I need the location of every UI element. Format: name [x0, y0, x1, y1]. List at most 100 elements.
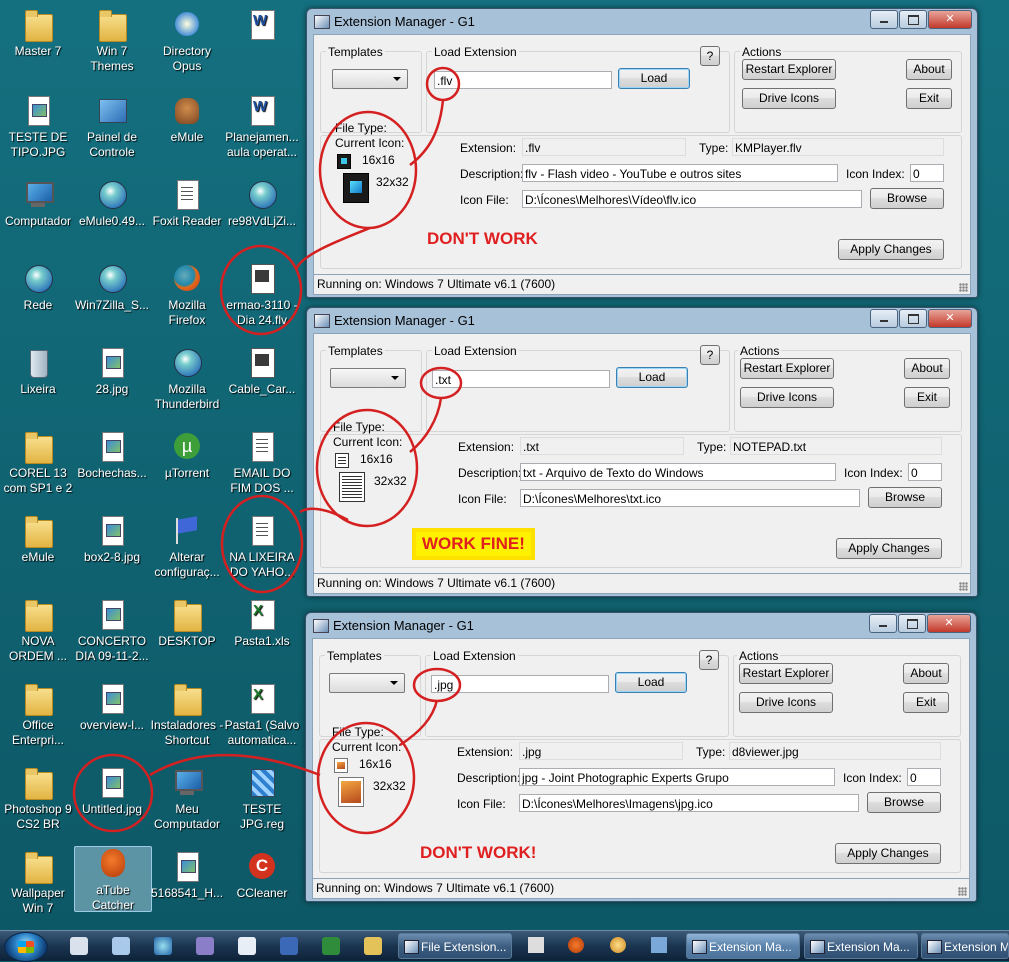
taskbar-item-file-extension[interactable]: File Extension...	[398, 933, 512, 959]
desktop-icon-directory-opus[interactable]: Directory Opus	[149, 8, 225, 74]
icon-index-input[interactable]: 0	[907, 768, 941, 786]
tray-app3-icon[interactable]	[651, 937, 667, 953]
desktop-icon-corel13[interactable]: COREL 13 com SP1 e 2	[0, 430, 76, 496]
desktop-icon-emule[interactable]: eMule	[149, 94, 225, 145]
desktop-icon-computador[interactable]: Computador	[0, 178, 76, 229]
minimize-button[interactable]	[870, 309, 898, 328]
desktop-icon-overview[interactable]: overview-l...	[74, 682, 150, 733]
load-extension-input[interactable]: .flv	[434, 71, 612, 89]
tray-app2-icon[interactable]	[610, 937, 626, 953]
templates-dropdown[interactable]	[330, 368, 406, 388]
desktop-icon-cable-car[interactable]: Cable_Car...	[224, 346, 300, 397]
help-button[interactable]: ?	[700, 345, 720, 365]
quicklaunch-app-icon[interactable]	[238, 937, 256, 955]
extension-manager-window-jpg[interactable]: Extension Manager - G1 Templates Load Ex…	[305, 612, 977, 902]
desktop-icon-atube[interactable]: aTube Catcher	[74, 846, 152, 912]
desktop-icon-ccleaner[interactable]: CCleaner	[224, 850, 300, 901]
start-button-windows-icon[interactable]	[4, 932, 48, 962]
title-bar[interactable]: Extension Manager - G1	[306, 613, 976, 638]
desktop-icon-teste-de-tipo[interactable]: TESTE DE TIPO.JPG	[0, 94, 76, 160]
extension-manager-window-txt[interactable]: Extension Manager - G1 Templates Load Ex…	[306, 307, 978, 597]
desktop-icon-word-doc[interactable]	[224, 8, 300, 44]
apply-changes-button[interactable]: Apply Changes	[835, 843, 941, 864]
resize-grip-icon[interactable]	[959, 283, 968, 292]
desktop-icon-emule049[interactable]: eMule0.49...	[74, 178, 150, 229]
desktop-icon-painel[interactable]: Painel de Controle	[74, 94, 150, 160]
quicklaunch-folder-icon[interactable]	[364, 937, 382, 955]
icon-file-input[interactable]: D:\Ícones\Melhores\txt.ico	[520, 489, 860, 507]
drive-icons-button[interactable]: Drive Icons	[740, 387, 834, 408]
desktop-icon-desktop-folder[interactable]: DESKTOP	[149, 598, 225, 649]
close-button[interactable]	[927, 614, 971, 633]
help-button[interactable]: ?	[699, 650, 719, 670]
quicklaunch-ie-icon[interactable]	[154, 937, 172, 955]
desktop-icon-instaladores[interactable]: Instaladores - Shortcut	[149, 682, 225, 748]
tray-app-icon[interactable]	[528, 937, 544, 953]
desktop-icon-wallpaper[interactable]: Wallpaper Win 7	[0, 850, 76, 916]
exit-button[interactable]: Exit	[906, 88, 952, 109]
load-button[interactable]: Load	[618, 68, 690, 89]
desktop-icon-ermao-flv[interactable]: ermao-3110 - Dia 24.flv	[224, 262, 300, 328]
drive-icons-button[interactable]: Drive Icons	[739, 692, 833, 713]
minimize-button[interactable]	[869, 614, 897, 633]
tray-atube-icon[interactable]	[568, 937, 584, 953]
icon-index-input[interactable]: 0	[910, 164, 944, 182]
desktop-icon-photoshop[interactable]: Photoshop 9 CS2 BR	[0, 766, 76, 832]
desktop-icon-na-lixeira[interactable]: NA LIXEIRA DO YAHO...	[224, 514, 300, 580]
desktop-icon-email-do-fim[interactable]: EMAIL DO FIM DOS ...	[224, 430, 300, 496]
title-bar[interactable]: Extension Manager - G1	[307, 308, 977, 333]
desktop-icon-alterar[interactable]: Alterar configuraç...	[149, 514, 225, 580]
load-extension-input[interactable]: .txt	[432, 370, 610, 388]
about-button[interactable]: About	[904, 358, 950, 379]
desktop-icon-re98[interactable]: re98VdLjZi...	[224, 178, 300, 229]
desktop-icon-master7[interactable]: Master 7	[0, 8, 76, 59]
description-input[interactable]: jpg - Joint Photographic Experts Grupo	[519, 768, 835, 786]
desktop-icon-meu-computador[interactable]: Meu Computador	[149, 766, 225, 832]
desktop-icon-bochechas[interactable]: Bochechas...	[74, 430, 150, 481]
icon-file-input[interactable]: D:\Ícones\Melhores\Imagens\jpg.ico	[519, 794, 859, 812]
desktop-icon-rede[interactable]: Rede	[0, 262, 76, 313]
browse-button[interactable]: Browse	[870, 188, 944, 209]
quicklaunch-desktop-icon[interactable]	[70, 937, 88, 955]
browse-button[interactable]: Browse	[868, 487, 942, 508]
exit-button[interactable]: Exit	[904, 387, 950, 408]
apply-changes-button[interactable]: Apply Changes	[836, 538, 942, 559]
quicklaunch-excel-icon[interactable]	[322, 937, 340, 955]
taskbar-item-extension-manager-1[interactable]: Extension Ma...	[686, 933, 800, 959]
restart-explorer-button[interactable]: Restart Explorer	[740, 358, 834, 379]
description-input[interactable]: flv - Flash video - YouTube e outros sit…	[522, 164, 838, 182]
taskbar-item-extension-manager-3[interactable]: Extension M	[921, 933, 1009, 959]
resize-grip-icon[interactable]	[958, 887, 967, 896]
icon-index-input[interactable]: 0	[908, 463, 942, 481]
browse-button[interactable]: Browse	[867, 792, 941, 813]
close-button[interactable]	[928, 309, 972, 328]
quicklaunch-explorer-icon[interactable]	[112, 937, 130, 955]
templates-dropdown[interactable]	[332, 69, 408, 89]
desktop-icon-emule-folder[interactable]: eMule	[0, 514, 76, 565]
extension-manager-window-flv[interactable]: Extension Manager - G1 Templates Load Ex…	[306, 8, 978, 298]
about-button[interactable]: About	[903, 663, 949, 684]
drive-icons-button[interactable]: Drive Icons	[742, 88, 836, 109]
desktop-icon-pasta1-xls[interactable]: Pasta1.xls	[224, 598, 300, 649]
load-extension-input[interactable]: .jpg	[431, 675, 609, 693]
templates-dropdown[interactable]	[329, 673, 405, 693]
quicklaunch-download-icon[interactable]	[196, 937, 214, 955]
desktop-icon-5168541[interactable]: 5168541_H...	[149, 850, 225, 901]
desktop-icon-planejamento[interactable]: Planejamen... aula operat...	[224, 94, 300, 160]
desktop-icon-win7zilla[interactable]: Win7Zilla_S...	[74, 262, 150, 313]
desktop-icon-teste-jpg-reg[interactable]: TESTE JPG.reg	[224, 766, 300, 832]
taskbar-item-extension-manager-2[interactable]: Extension Ma...	[804, 933, 918, 959]
load-button[interactable]: Load	[615, 672, 687, 693]
desktop-icon-box2[interactable]: box2-8.jpg	[74, 514, 150, 565]
desktop-icon-untitled-jpg[interactable]: Untitled.jpg	[74, 766, 150, 817]
load-button[interactable]: Load	[616, 367, 688, 388]
maximize-button[interactable]	[899, 309, 927, 328]
desktop-icon-win7-themes[interactable]: Win 7 Themes	[74, 8, 150, 74]
help-button[interactable]: ?	[700, 46, 720, 66]
desktop-icon-pasta1-salvo[interactable]: Pasta1 (Salvo automatica...	[224, 682, 300, 748]
close-button[interactable]	[928, 10, 972, 29]
resize-grip-icon[interactable]	[959, 582, 968, 591]
desktop-icon-28jpg[interactable]: 28.jpg	[74, 346, 150, 397]
title-bar[interactable]: Extension Manager - G1	[307, 9, 977, 34]
description-input[interactable]: txt - Arquivo de Texto do Windows	[520, 463, 836, 481]
